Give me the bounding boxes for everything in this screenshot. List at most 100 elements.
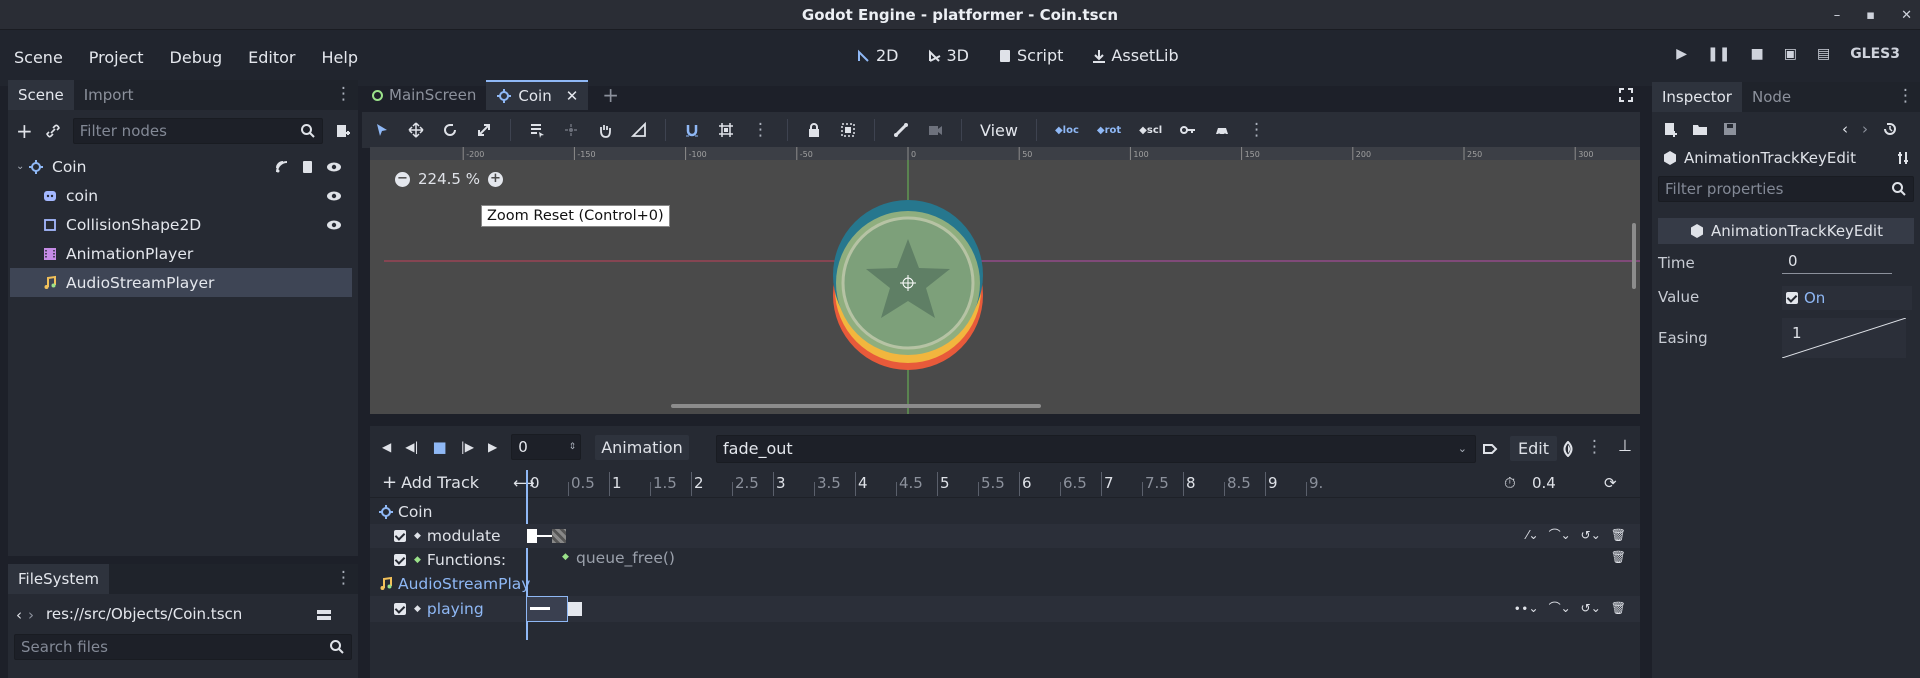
more-options-icon[interactable]: ⋮ xyxy=(1248,120,1265,140)
new-resource-icon[interactable] xyxy=(1662,121,1678,137)
animation-select[interactable]: fade_out ⌄ xyxy=(716,435,1476,463)
value-checkbox[interactable]: On xyxy=(1782,286,1912,310)
track-functions[interactable]: ◆ Functions: ◆ queue_free() 🗑 xyxy=(370,548,1640,572)
tab-inspector[interactable]: Inspector xyxy=(1652,82,1742,112)
delete-track-icon[interactable]: 🗑 xyxy=(1611,601,1626,615)
inspector-section-header[interactable]: AnimationTrackKeyEdit xyxy=(1658,218,1914,244)
filter-nodes-input[interactable]: Filter nodes xyxy=(72,118,323,144)
tree-node-collisionshape[interactable]: CollisionShape2D xyxy=(10,210,352,239)
close-tab-icon[interactable]: ✕ xyxy=(566,87,579,105)
object-name[interactable]: AnimationTrackKeyEdit xyxy=(1684,149,1856,167)
workspace-2d-button[interactable]: 2D xyxy=(856,46,899,65)
history-back-icon[interactable]: ‹ xyxy=(1842,120,1848,138)
play-backwards-icon[interactable]: ◀ xyxy=(382,440,391,454)
scale-mode-icon[interactable] xyxy=(476,122,492,138)
maximize-icon[interactable]: ▪ xyxy=(1866,8,1875,23)
pivot-icon[interactable] xyxy=(563,122,579,138)
history-icon[interactable] xyxy=(1882,121,1898,137)
spin-arrows-icon[interactable]: ⇕ xyxy=(569,435,577,459)
zoom-level[interactable]: 224.5 % xyxy=(418,170,480,188)
history-forward-icon[interactable]: › xyxy=(1862,120,1868,138)
renderer-label[interactable]: GLES3 xyxy=(1850,46,1900,62)
add-track-icon[interactable]: + xyxy=(382,472,397,493)
tab-scene[interactable]: Scene xyxy=(8,80,74,110)
list-select-icon[interactable] xyxy=(529,122,545,138)
snap-options-icon[interactable]: ⋮ xyxy=(752,120,769,140)
track-playing[interactable]: ◆ playing ∙∙⌄ ⌒⌄ ↺⌄ 🗑 xyxy=(370,596,1640,622)
keyframe-off[interactable] xyxy=(568,602,582,616)
tab-node[interactable]: Node xyxy=(1742,82,1801,112)
keyframe-transparent[interactable] xyxy=(552,529,566,543)
view-menu[interactable]: View xyxy=(980,121,1018,140)
lock-icon[interactable] xyxy=(806,122,822,138)
workspace-script-button[interactable]: Script xyxy=(997,46,1063,65)
play-from-current-icon[interactable]: |▶ xyxy=(461,440,474,454)
signal-icon[interactable] xyxy=(274,159,290,175)
tab-import[interactable]: Import xyxy=(74,80,144,110)
add-node-icon[interactable]: + xyxy=(16,119,33,143)
menu-help[interactable]: Help xyxy=(322,48,358,67)
split-view-icon[interactable] xyxy=(316,607,332,623)
new-scene-tab-icon[interactable]: + xyxy=(602,83,619,107)
delete-track-icon[interactable]: 🗑 xyxy=(1611,528,1626,542)
animation-options-icon[interactable]: ⋮ xyxy=(1586,437,1603,457)
key-rotation-icon[interactable]: ◆rot xyxy=(1097,125,1121,136)
inspector-menu-icon[interactable]: ⋮ xyxy=(1897,86,1914,106)
rotate-mode-icon[interactable] xyxy=(442,122,458,138)
visibility-icon[interactable] xyxy=(326,217,342,233)
play-icon[interactable]: ▶ xyxy=(1676,46,1687,62)
zoom-in-icon[interactable]: + xyxy=(487,171,503,187)
stop-animation-icon[interactable]: ■ xyxy=(433,438,447,456)
play-custom-scene-icon[interactable]: ▤ xyxy=(1817,46,1830,62)
key-scale-icon[interactable]: ◆scl xyxy=(1139,125,1162,136)
back-icon[interactable]: ‹ xyxy=(16,606,22,624)
tree-node-coin-root[interactable]: ⌄ Coin xyxy=(10,152,352,181)
method-keyframe-icon[interactable]: ◆ xyxy=(562,552,569,562)
menu-editor[interactable]: Editor xyxy=(248,48,295,67)
camera-override-icon[interactable] xyxy=(927,122,943,138)
workspace-assetlib-button[interactable]: AssetLib xyxy=(1091,46,1179,65)
ruler-mode-icon[interactable] xyxy=(631,122,647,138)
update-mode-icon[interactable]: ⁄⌄ xyxy=(1527,528,1539,542)
link-icon[interactable] xyxy=(45,123,61,139)
horizontal-scrollbar[interactable] xyxy=(671,404,1041,408)
tree-node-animationplayer[interactable]: AnimationPlayer xyxy=(10,239,352,268)
pause-icon[interactable]: ❚❚ xyxy=(1707,46,1730,62)
track-enabled-checkbox[interactable] xyxy=(394,603,406,615)
interpolation-icon[interactable]: ⌒⌄ xyxy=(1549,599,1571,616)
pan-mode-icon[interactable] xyxy=(597,122,613,138)
search-files-input[interactable]: Search files xyxy=(14,634,352,660)
filesystem-path-field[interactable]: res://src/Objects/Coin.tscn xyxy=(40,602,310,628)
autoplay-icon[interactable] xyxy=(1482,441,1498,457)
scene-dock-menu-icon[interactable]: ⋮ xyxy=(335,84,352,104)
tree-node-audiostreamplayer[interactable]: AudioStreamPlayer xyxy=(10,268,352,297)
menu-debug[interactable]: Debug xyxy=(170,48,223,67)
add-track-button[interactable]: Add Track xyxy=(401,473,479,492)
distraction-free-icon[interactable] xyxy=(1618,87,1634,103)
delete-track-icon[interactable]: 🗑 xyxy=(1611,550,1626,564)
object-settings-icon[interactable] xyxy=(1896,150,1912,166)
scene-tab-mainscreen[interactable]: MainScreen xyxy=(362,80,486,110)
loop-wrap-icon[interactable]: ↺⌄ xyxy=(1581,601,1601,615)
forward-icon[interactable]: › xyxy=(28,606,34,624)
zoom-out-icon[interactable]: − xyxy=(395,171,410,187)
pin-icon[interactable]: ⊥ xyxy=(1618,436,1632,455)
frame-spinbox[interactable]: 0 ⇕ xyxy=(511,434,582,460)
animation-length[interactable]: 0.4 xyxy=(1532,474,1556,492)
select-mode-icon[interactable] xyxy=(374,122,390,138)
open-folder-icon[interactable] xyxy=(1692,121,1708,137)
play-backwards-from-end-icon[interactable]: ◀| xyxy=(405,440,418,454)
menu-project[interactable]: Project xyxy=(89,48,144,67)
track-enabled-checkbox[interactable] xyxy=(394,554,406,566)
edit-menu[interactable]: Edit xyxy=(1510,436,1557,461)
instance-scene-icon[interactable] xyxy=(335,123,351,139)
move-mode-icon[interactable] xyxy=(408,122,424,138)
loop-wrap-icon[interactable]: ↺⌄ xyxy=(1581,528,1601,542)
update-mode-icon[interactable]: ∙∙⌄ xyxy=(1514,601,1539,615)
loop-icon[interactable]: ⟳ xyxy=(1604,474,1617,492)
canvas-viewport[interactable]: − 224.5 % + Zoom Reset (Control+0) xyxy=(370,160,1640,414)
menu-scene[interactable]: Scene xyxy=(14,48,63,67)
visibility-icon[interactable] xyxy=(326,159,342,175)
auto-key-icon[interactable] xyxy=(1214,122,1230,138)
insert-key-icon[interactable] xyxy=(1180,122,1196,138)
